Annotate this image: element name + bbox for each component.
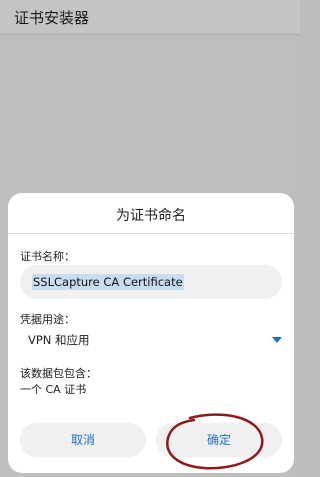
certificate-name-label: 证书名称：: [20, 250, 75, 263]
credential-usage-label: 凭据用途：: [20, 313, 75, 326]
cancel-button[interactable]: 取消: [20, 423, 146, 457]
package-contents-label: 该数据包包含：: [20, 367, 97, 380]
title-divider: [8, 233, 294, 234]
dropdown-caret-icon[interactable]: [272, 337, 282, 343]
package-contents-value: 一个 CA 证书: [20, 383, 87, 396]
app-bar: 证书安装器: [0, 0, 300, 35]
app-title: 证书安装器: [14, 9, 90, 27]
credential-usage-select[interactable]: VPN 和应用: [20, 329, 284, 351]
certificate-name-value[interactable]: SSLCapture CA Certificate: [32, 274, 184, 290]
name-certificate-dialog: 为证书命名 证书名称： SSLCapture CA Certificate 凭据…: [8, 193, 294, 473]
ok-button[interactable]: 确定: [156, 423, 282, 457]
certificate-name-input[interactable]: SSLCapture CA Certificate: [20, 265, 282, 299]
credential-usage-value[interactable]: VPN 和应用: [28, 332, 90, 348]
dialog-title: 为证书命名: [116, 208, 186, 224]
